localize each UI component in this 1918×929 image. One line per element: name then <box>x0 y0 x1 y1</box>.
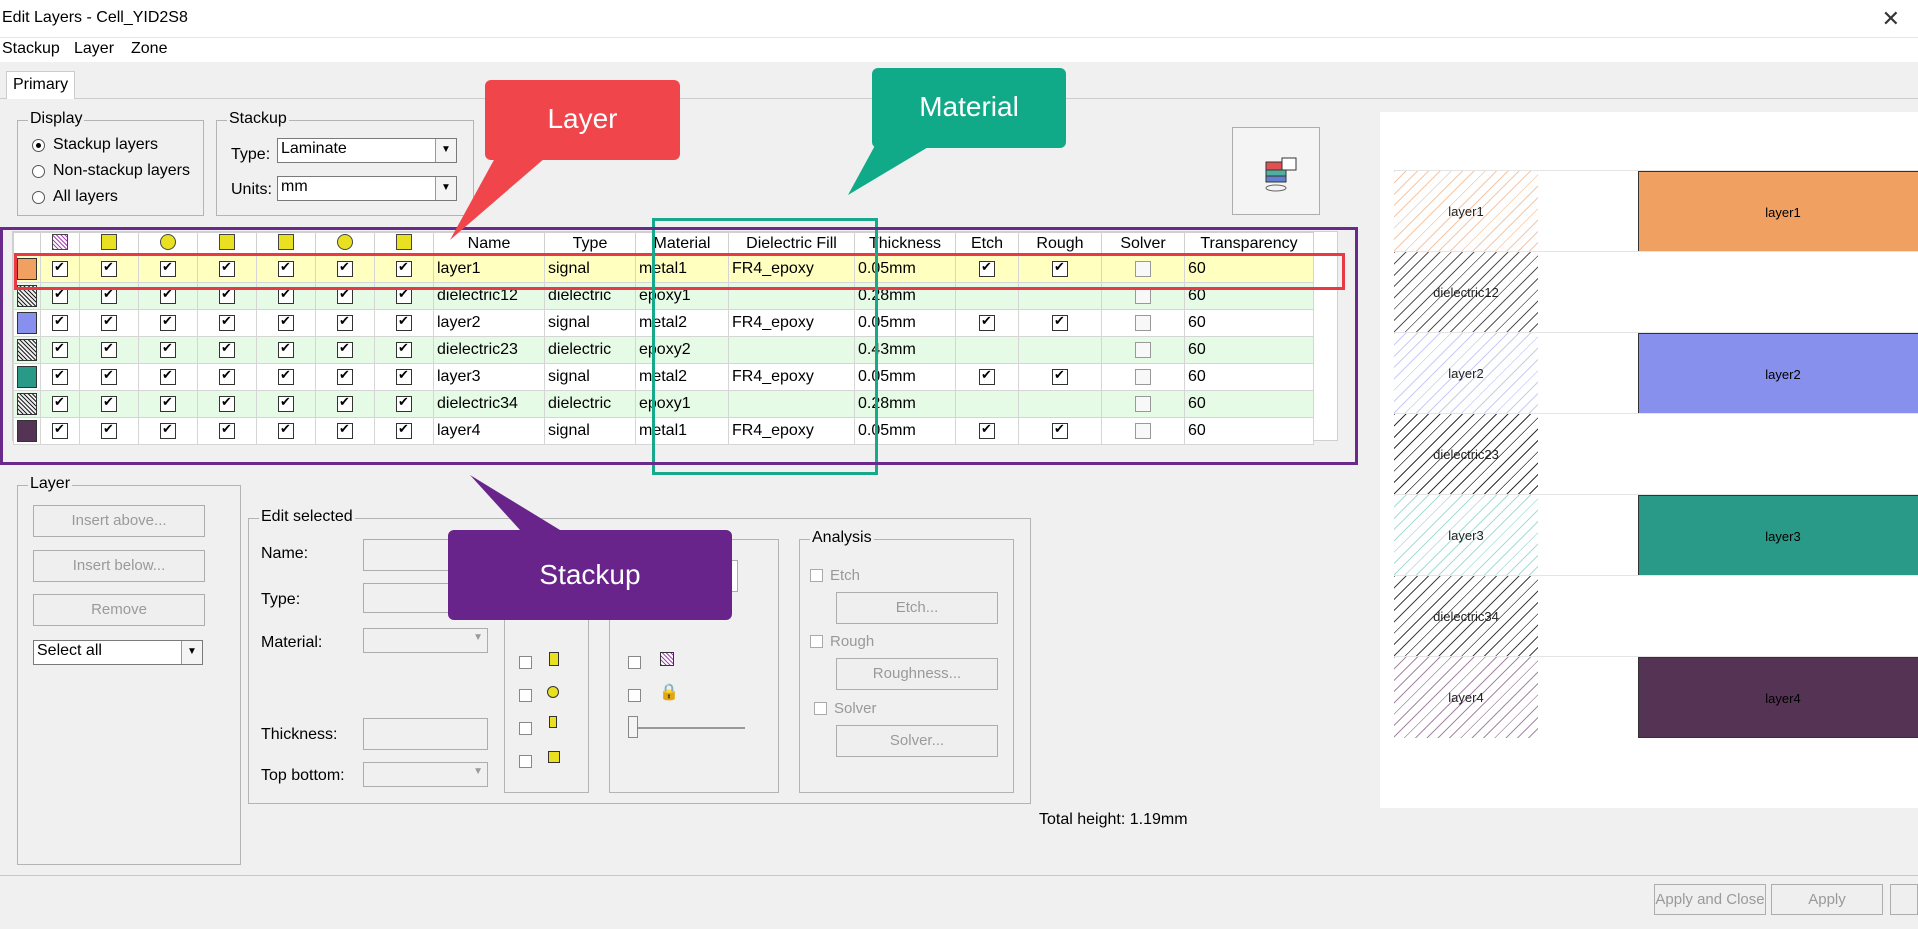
layer-callout-pointer <box>450 158 545 240</box>
material-callout-pointer <box>848 140 940 195</box>
stackup-callout-pointer <box>470 475 560 530</box>
material-callout: Material <box>872 68 1066 148</box>
layer-callout: Layer <box>485 80 680 160</box>
stackup-callout: Stackup <box>448 530 732 620</box>
